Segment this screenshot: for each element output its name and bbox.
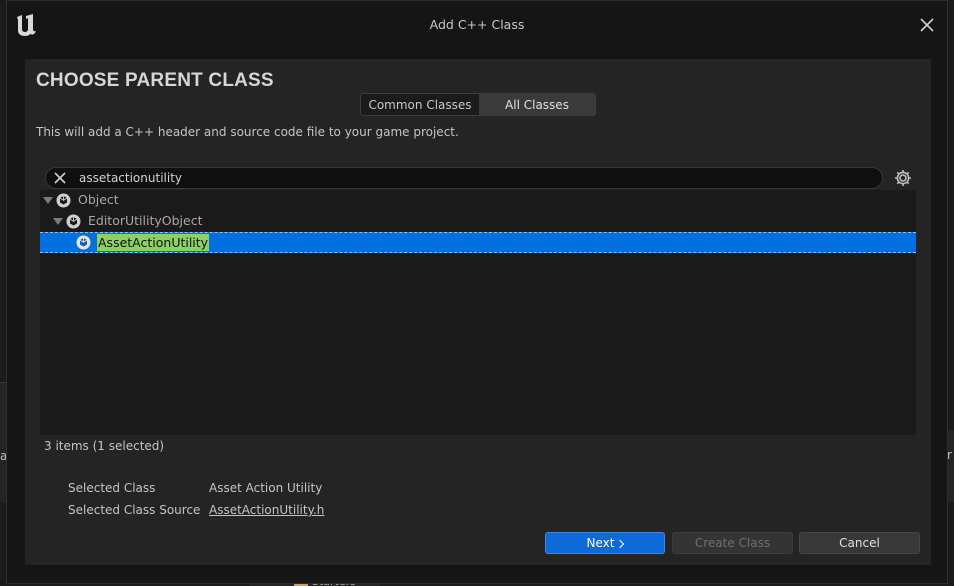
next-button[interactable]: Next (545, 532, 665, 554)
page-title: CHOOSE PARENT CLASS (36, 70, 274, 91)
close-icon[interactable] (915, 13, 939, 37)
class-sphere-icon (66, 214, 81, 229)
selected-class-label: Selected Class (68, 481, 156, 495)
description-text: This will add a C++ header and source co… (36, 125, 459, 139)
item-count-status: 3 items (1 selected) (44, 439, 165, 453)
tab-all-classes[interactable]: All Classes (479, 94, 595, 115)
tree-row-label: Object (78, 192, 119, 207)
selected-source-link[interactable]: AssetActionUtility.h (209, 503, 324, 517)
clear-x-icon[interactable] (52, 170, 68, 186)
selected-class-value: Asset Action Utility (209, 481, 323, 495)
expand-arrow-icon[interactable] (53, 218, 63, 225)
dialog-title: Add C++ Class (429, 17, 525, 32)
next-button-label: Next (586, 536, 615, 550)
tree-row-object[interactable]: Object (40, 190, 916, 211)
class-filter-tabs: Common Classes All Classes (360, 93, 596, 116)
cancel-button[interactable]: Cancel (799, 532, 920, 554)
title-bar: Add C++ Class (7, 1, 947, 49)
tree-row-label: AssetActionUtility (97, 234, 210, 251)
dialog-body: CHOOSE PARENT CLASS Common Classes All C… (25, 59, 931, 565)
expand-arrow-icon[interactable] (43, 197, 53, 204)
selected-source-label: Selected Class Source (68, 503, 201, 517)
tree-row-asset-action-utility[interactable]: AssetActionUtility (40, 232, 916, 253)
class-sphere-icon (56, 193, 71, 208)
chevron-right-icon (616, 539, 625, 548)
class-sphere-icon (76, 235, 91, 250)
gear-icon[interactable] (893, 168, 913, 188)
add-cpp-class-dialog: Add C++ Class CHOOSE PARENT CLASS Common… (6, 0, 948, 584)
create-class-button[interactable]: Create Class (672, 532, 793, 554)
tab-common-classes[interactable]: Common Classes (361, 94, 479, 115)
tree-row-editor-utility-object[interactable]: EditorUtilityObject (40, 211, 916, 232)
class-tree: Object EditorUtilityObject AssetActionUt… (40, 190, 916, 435)
class-search-box (45, 167, 883, 189)
tree-row-label: EditorUtilityObject (88, 213, 203, 228)
search-input[interactable] (79, 169, 869, 187)
